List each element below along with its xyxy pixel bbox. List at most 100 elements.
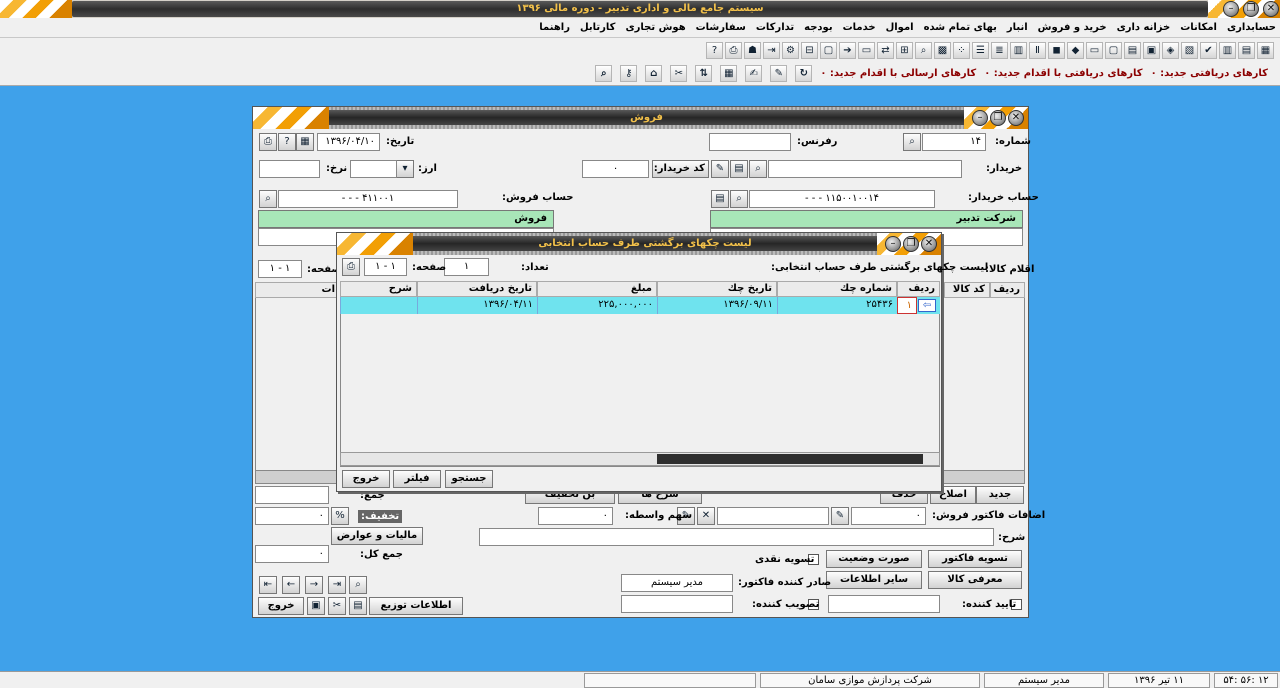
buyer-account-doc-icon[interactable]: ▤ (711, 190, 729, 208)
check-amount[interactable]: ۲۲۵,۰۰۰,۰۰۰ (537, 297, 657, 314)
invoice-additions-field[interactable]: ۰ (851, 507, 926, 525)
ledger-icon[interactable]: ▥ (1010, 41, 1027, 59)
chart-bar-icon[interactable]: ▩ (934, 41, 951, 59)
key-icon[interactable]: ⚷ (620, 65, 638, 82)
rate-field[interactable] (259, 160, 320, 178)
doc-list-icon[interactable]: ▤ (349, 597, 367, 615)
close-icon[interactable]: ✕ (1263, 1, 1279, 17)
zoom-icon[interactable]: ⌕ (595, 65, 613, 82)
discount-field[interactable]: ۰ (255, 507, 329, 525)
window-minimize-icon[interactable]: – (972, 110, 988, 126)
network-icon[interactable]: ⊞ (896, 41, 913, 59)
help-icon[interactable]: ? (706, 41, 723, 59)
menu-item-8[interactable]: بودجه (804, 22, 832, 33)
search-records-icon[interactable]: ⌕ (349, 576, 367, 594)
lines-icon[interactable]: ☰ (972, 41, 989, 59)
calendar-pick-icon[interactable]: ▦ (296, 133, 314, 151)
window-icon[interactable]: ▢ (820, 41, 837, 59)
check-desc[interactable] (340, 297, 417, 314)
checks-filter-button[interactable]: فیلتر (393, 470, 441, 488)
menu-item-13[interactable]: راهنما (539, 22, 570, 33)
list-icon[interactable]: ≣ (991, 41, 1008, 59)
settle-invoice-button[interactable]: تسویه فاكتور (928, 550, 1022, 568)
menu-item-4[interactable]: انبار (1007, 22, 1028, 33)
magnifier-icon[interactable]: ⌕ (915, 41, 932, 59)
menu-item-2[interactable]: خزانه داری (1117, 22, 1171, 33)
date-field[interactable]: ۱۳۹۶/۰۴/۱۰ (317, 133, 380, 151)
checks-scroll-thumb[interactable] (657, 454, 923, 464)
status-report-button[interactable]: صورت وضعیت (826, 550, 922, 568)
checks-search-button[interactable]: جستجو (445, 470, 493, 488)
package-icon[interactable]: ◼ (1048, 41, 1065, 59)
stamp-icon[interactable]: ◆ (1067, 41, 1084, 59)
tax-button[interactable]: مالیات و عوارض (331, 527, 423, 545)
share-field[interactable]: ۰ (538, 507, 613, 525)
checks-page-field[interactable]: ۱ - ۱ (364, 258, 407, 276)
dots-icon[interactable]: ⁘ (953, 41, 970, 59)
docs-icon[interactable]: ▢ (1105, 41, 1122, 59)
report-icon[interactable]: ▧ (1181, 41, 1198, 59)
checks-exit-button[interactable]: خروج (342, 470, 390, 488)
org-icon[interactable]: ⊟ (801, 41, 818, 59)
print-icon[interactable]: ⎙ (725, 41, 742, 59)
home-icon[interactable]: ⌂ (645, 65, 663, 82)
menu-item-0[interactable]: حسابداری (1227, 22, 1276, 33)
notif-received-action[interactable]: كارهای دریافتی با اقدام جدید: ۰ (984, 68, 1142, 79)
binoculars-icon[interactable]: ⌕ (903, 133, 921, 151)
ref-field[interactable] (709, 133, 791, 151)
distribution-info-button[interactable]: اطلاعات توزیع (369, 597, 463, 615)
folder-icon[interactable]: ▣ (1143, 41, 1160, 59)
number-field[interactable]: ۱۴ (922, 133, 986, 151)
buyer-code-button[interactable]: كد خریدار: (652, 160, 709, 178)
check-date[interactable]: ۱۳۹۶/۰۹/۱۱ (657, 297, 777, 314)
buyer-account-search-icon[interactable]: ⌕ (730, 190, 748, 208)
box-icon[interactable]: ◈ (1162, 41, 1179, 59)
refresh-icon[interactable]: ↻ (795, 65, 813, 82)
dialog-close-icon[interactable]: ✕ (921, 236, 937, 252)
window-close-icon[interactable]: ✕ (1008, 110, 1024, 126)
tools-action-icon[interactable]: ✂ (328, 597, 346, 615)
calc-icon[interactable]: ▤ (1124, 41, 1141, 59)
check-row-number[interactable]: ۱ (897, 297, 917, 314)
card-icon[interactable]: ▭ (1086, 41, 1103, 59)
menu-item-11[interactable]: هوش تجاری (626, 22, 686, 33)
next-record-icon[interactable]: → (305, 576, 323, 594)
edit-doc-icon[interactable]: ✍ (745, 65, 763, 82)
users-icon[interactable]: ☗ (744, 41, 761, 59)
print-doc-icon[interactable]: ⎙ (259, 133, 277, 151)
settings-icon[interactable]: ⚙ (782, 41, 799, 59)
save-icon[interactable]: ▣ (307, 597, 325, 615)
help-key-icon[interactable]: ? (278, 133, 296, 151)
notif-received-new[interactable]: كارهای دریافتی جدید: ۰ (1151, 68, 1268, 79)
menu-item-6[interactable]: اموال (886, 22, 914, 33)
chart-icon[interactable]: ▥ (1219, 41, 1236, 59)
menu-item-9[interactable]: تداركات (756, 22, 794, 33)
menu-item-7[interactable]: خدمات (843, 22, 876, 33)
menu-item-3[interactable]: خرید و فروش (1038, 22, 1107, 33)
additions-extra-field[interactable] (717, 507, 829, 525)
checks-scrollbar[interactable] (340, 452, 940, 466)
menu-item-10[interactable]: سفارشات (696, 22, 746, 33)
desc-field[interactable] (479, 528, 994, 546)
new-item-button[interactable]: جدید (976, 486, 1024, 504)
buyer-search-icon[interactable]: ⌕ (749, 160, 767, 178)
dialog-minimize-icon[interactable]: – (885, 236, 901, 252)
sale-account-search-icon[interactable]: ⌕ (259, 190, 277, 208)
first-record-icon[interactable]: ⇤ (259, 576, 277, 594)
window-restore-icon[interactable]: ❐ (990, 110, 1006, 126)
sale-exit-button[interactable]: خروج (258, 597, 304, 615)
currency-dropdown-icon[interactable]: ▾ (396, 160, 414, 178)
table-icon[interactable]: ▤ (1238, 41, 1255, 59)
prev-record-icon[interactable]: ← (282, 576, 300, 594)
buyer-account-field[interactable]: ۱۱۵۰۰۱۰۰۱۴ - - - (749, 190, 935, 208)
discount-percent-icon[interactable]: % (331, 507, 349, 525)
calendar-icon[interactable]: ▦ (720, 65, 738, 82)
menu-item-12[interactable]: كارتابل (580, 22, 616, 33)
check-receive-date[interactable]: ۱۳۹۶/۰۴/۱۱ (417, 297, 537, 314)
dialog-restore-icon[interactable]: ❐ (903, 236, 919, 252)
items-page-field[interactable]: ۱ - ۱ (258, 260, 302, 278)
minimize-icon[interactable]: – (1223, 1, 1239, 17)
monitor-icon[interactable]: ▭ (858, 41, 875, 59)
product-intro-button[interactable]: معرفی كالا (928, 571, 1022, 589)
move-icon[interactable]: ⇥ (763, 41, 780, 59)
